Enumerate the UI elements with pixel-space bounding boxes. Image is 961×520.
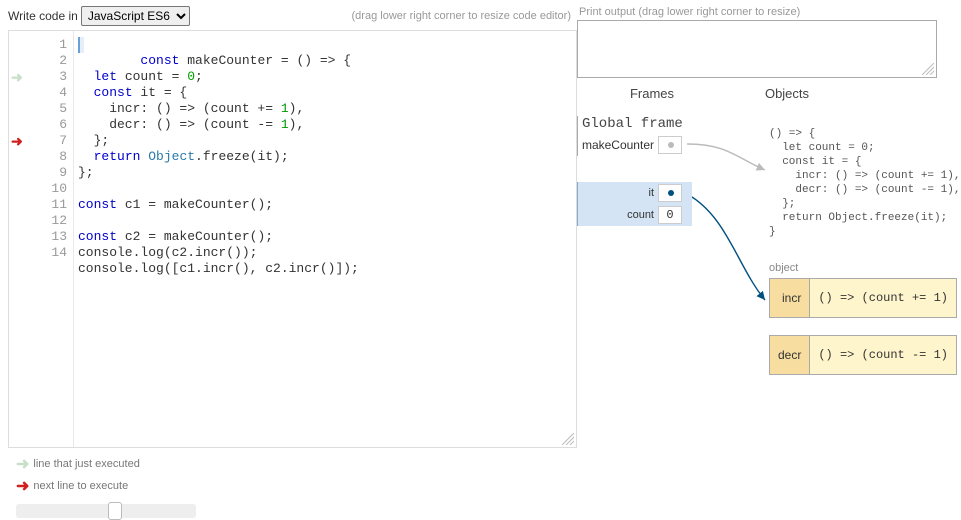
- step-slider[interactable]: [16, 504, 196, 518]
- slider-thumb[interactable]: [108, 502, 122, 520]
- legend-next-line: next line to execute: [33, 480, 128, 492]
- language-select[interactable]: JavaScript ES6: [81, 6, 190, 26]
- frame-makecounter-val: [658, 136, 682, 154]
- active-frame: it count 0: [577, 182, 692, 226]
- obj-decr-val: () => (count -= 1): [810, 336, 957, 375]
- frame-makecounter-key: makeCounter: [578, 138, 658, 152]
- print-output-box[interactable]: [577, 20, 937, 78]
- object-table: incr () => (count += 1) decr () => (coun…: [769, 278, 957, 375]
- arrow-executed-icon: ➜: [11, 72, 31, 82]
- obj-incr-val: () => (count += 1): [810, 279, 957, 318]
- output-resize-handle-icon[interactable]: [922, 63, 934, 75]
- frame-it-key: it: [578, 187, 658, 199]
- code-area[interactable]: const makeCounter = () => { let count = …: [73, 31, 576, 447]
- global-frame-label: Global frame: [577, 116, 692, 134]
- write-code-label: Write code in: [8, 9, 78, 23]
- resize-handle-icon[interactable]: [562, 433, 574, 445]
- print-output-hint: Print output (drag lower right corner to…: [577, 6, 961, 18]
- legend-just-executed: line that just executed: [33, 458, 139, 470]
- frame-count-val: 0: [658, 206, 682, 224]
- code-editor[interactable]: ➜ ➜ 1234567891011121314 const makeCounte…: [8, 30, 577, 448]
- obj-incr-key: incr: [770, 279, 810, 318]
- global-frame: Global frame makeCounter: [577, 116, 692, 156]
- frame-it-val: [658, 184, 682, 202]
- legend-arrow-red-icon: ➜: [16, 476, 29, 496]
- table-row: incr () => (count += 1): [770, 279, 957, 318]
- legend-arrow-light-icon: ➜: [16, 454, 29, 474]
- pointer-dot-icon: [668, 142, 674, 148]
- text-cursor: [78, 37, 84, 53]
- objects-header: Objects: [727, 86, 847, 101]
- frames-header: Frames: [577, 86, 727, 101]
- arrow-next-icon: ➜: [11, 136, 31, 146]
- arrow-gutter: ➜ ➜: [9, 31, 33, 447]
- visualization-panel: Frames Objects Global frame: [577, 86, 957, 486]
- function-source: () => { let count = 0; const it = { incr…: [769, 127, 960, 239]
- table-row: decr () => (count -= 1): [770, 336, 957, 375]
- editor-resize-hint: (drag lower right corner to resize code …: [352, 10, 577, 22]
- pointer-dot-icon: [668, 190, 674, 196]
- line-number-gutter: 1234567891011121314: [33, 31, 73, 447]
- legend: ➜ line that just executed ➜ next line to…: [8, 448, 577, 496]
- frame-count-key: count: [578, 209, 658, 221]
- object-label: object: [769, 262, 798, 274]
- obj-decr-key: decr: [770, 336, 810, 375]
